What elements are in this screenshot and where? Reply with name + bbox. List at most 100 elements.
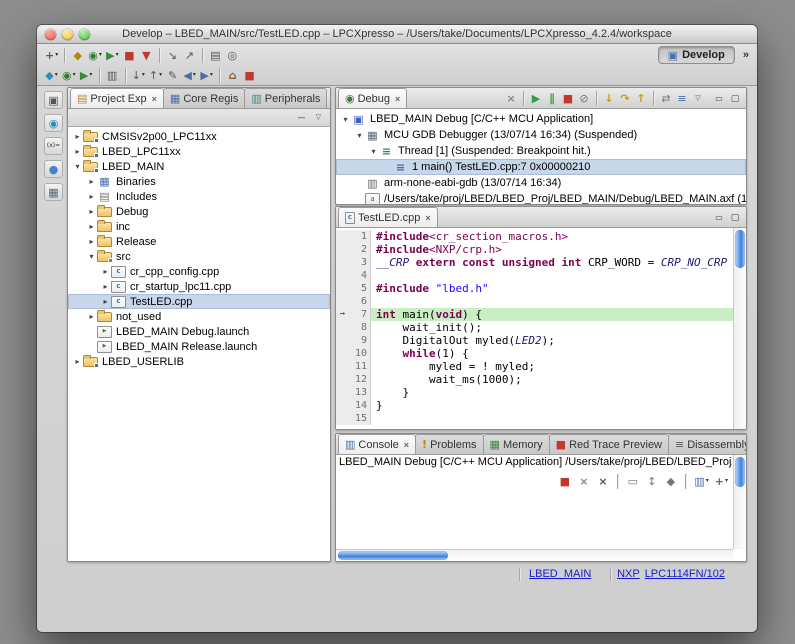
tree-item[interactable]: ▸LBED_LPC11xx [68,144,330,159]
debug-tree[interactable]: ▾▣LBED_MAIN Debug [C/C++ MCU Application… [336,109,746,204]
collapse-all-button[interactable]: − [294,110,309,125]
tree-item[interactable]: ▾≡Thread [1] (Suspended: Breakpoint hit.… [336,143,746,159]
back-history-button[interactable]: ◀▾ [181,66,198,84]
minimize-window-button[interactable] [62,29,73,40]
run-button[interactable]: ▶▾ [104,46,121,64]
export-project-button[interactable]: ↗ [181,46,198,64]
terminate-console-button[interactable]: ■ [556,472,573,490]
tree-expanded-arrow[interactable]: ▾ [86,252,97,261]
forward-history-dropdown-arrow[interactable]: ▾ [210,72,213,78]
tab-core-regis[interactable]: ▦Core Regis [163,88,245,108]
tree-item[interactable]: ▸LBED_USERLIB [68,354,330,369]
tree-item[interactable]: ▸cTestLED.cpp [68,294,330,309]
drop-to-frame-button[interactable]: ⇄ [658,90,674,106]
tree-expanded-arrow[interactable]: ▾ [368,147,379,156]
explorer-tree[interactable]: ▸CMSISv2p00_LPC11xx▸LBED_LPC11xx▾LBED_MA… [68,127,330,561]
console-horizontal-scrollbar[interactable] [336,549,733,561]
tree-item[interactable]: ▸Debug [68,204,330,219]
tab-close-icon[interactable]: × [404,440,409,450]
terminate-debug-button[interactable]: ■ [560,90,576,106]
remove-all-terminated-button[interactable]: × [503,90,519,106]
display-selected-dropdown-arrow[interactable]: ▾ [706,478,709,484]
code-line[interactable]: 2#include<NXP/crp.h> [336,243,733,256]
tab-problems[interactable]: !Problems [415,434,484,454]
step-return-button[interactable]: ↑ [633,90,649,106]
terminate-button[interactable]: ■ [121,46,138,64]
registers-view-button[interactable]: ▦ [44,183,63,201]
tab-project-exp[interactable]: ▤Project Exp× [70,88,164,108]
code-line[interactable]: 6 [336,295,733,308]
develop-perspective-button[interactable]: ▣ Develop [658,46,735,64]
tab-red-trace-preview[interactable]: ■Red Trace Preview [549,434,669,454]
tree-collapsed-arrow[interactable]: ▸ [86,207,97,216]
console-vscroll-thumb[interactable] [735,457,745,487]
tree-expanded-arrow[interactable]: ▾ [354,131,365,140]
breakpoints-view-button[interactable]: ● [44,160,63,178]
remove-all-launches-button[interactable]: × [594,472,611,490]
code-line[interactable]: 9 DigitalOut myled(LED2); [336,334,733,347]
debug-dropdown-arrow[interactable]: ▾ [99,52,102,58]
quickstart-tools-dropdown-arrow[interactable]: ▾ [55,72,58,78]
code-line[interactable]: →7int main(void) { [336,308,733,321]
tab-close-icon[interactable]: × [395,94,400,104]
tab-close-icon[interactable]: × [425,213,430,223]
program-flash-button[interactable]: ▼ [138,46,155,64]
tab-close-icon[interactable]: × [152,94,157,104]
tree-collapsed-arrow[interactable]: ▸ [100,282,111,291]
console-output[interactable] [336,490,733,549]
view-menu-button[interactable]: ▽ [690,90,706,106]
tree-item[interactable]: ▸▤Includes [68,189,330,204]
tree-item[interactable]: ▶LBED_MAIN Release.launch [68,339,330,354]
pin-console-button[interactable]: ◆ [662,472,679,490]
tree-item[interactable]: ▾LBED_MAIN [68,159,330,174]
code-line[interactable]: 13 } [336,386,733,399]
tree-item[interactable]: ▾▦MCU GDB Debugger (13/07/14 16:34) (Sus… [336,127,746,143]
home-button[interactable]: ⌂ [224,66,241,84]
minimize-button[interactable]: ▭ [326,92,331,106]
info-view-button[interactable]: ◉ [44,114,63,132]
tree-item[interactable]: ▸ccr_startup_lpc11.cpp [68,279,330,294]
suspend-button[interactable]: ∥ [544,90,560,106]
display-selected-button[interactable]: ▥▾ [692,472,710,490]
tab-memory[interactable]: ▦Memory [483,434,550,454]
back-history-dropdown-arrow[interactable]: ▾ [193,72,196,78]
scroll-lock-button[interactable]: ↕ [643,472,660,490]
tree-item[interactable]: ▸Release [68,234,330,249]
previous-annotation-button[interactable]: ↑▾ [147,66,164,84]
instruction-stepping-button[interactable]: ≡ [674,90,690,106]
tree-expanded-arrow[interactable]: ▾ [340,115,351,124]
debug-button[interactable]: ◉▾ [86,46,104,64]
tab-disassembly[interactable]: ≡Disassembly [668,434,747,454]
code-line[interactable]: 1#include<cr_section_macros.h> [336,230,733,243]
tree-collapsed-arrow[interactable]: ▸ [72,147,83,156]
run-as-button[interactable]: ▶▾ [78,66,95,84]
tree-collapsed-arrow[interactable]: ▸ [100,267,111,276]
import-project-button[interactable]: ↘ [164,46,181,64]
view-menu-button[interactable]: ▽ [311,110,326,125]
code-line[interactable]: 4 [336,269,733,282]
forward-history-button[interactable]: ▶▾ [198,66,215,84]
tab-console[interactable]: ▥Console× [338,434,416,454]
editor-vertical-scrollbar[interactable] [733,228,746,429]
code-line[interactable]: 15 [336,412,733,425]
debug-as-button[interactable]: ◉▾ [60,66,78,84]
tree-item[interactable]: ▾▣LBED_MAIN Debug [C/C++ MCU Application… [336,111,746,127]
variables-view-button[interactable]: (x)= [44,137,63,155]
last-edit-location-button[interactable]: ✎ [164,66,181,84]
maximize-button[interactable]: ▢ [728,92,742,106]
code-line[interactable]: 8 wait_init(); [336,321,733,334]
console-vertical-scrollbar[interactable] [733,455,746,549]
tree-item[interactable]: ▸ccr_cpp_config.cpp [68,264,330,279]
tree-collapsed-arrow[interactable]: ▸ [86,192,97,201]
titlebar[interactable]: Develop – LBED_MAIN/src/TestLED.cpp – LP… [37,25,757,44]
code-line[interactable]: 5#include "lbed.h" [336,282,733,295]
tab-debug[interactable]: ◉Debug× [338,88,407,108]
code-line[interactable]: 11 myled = ! myled; [336,360,733,373]
open-console-dropdown-arrow[interactable]: ▾ [725,478,728,484]
new-wizard-button[interactable]: +▾ [43,46,60,64]
console-hscroll-thumb[interactable] [338,551,448,560]
red-trace-button[interactable]: ■ [241,66,258,84]
project-status-link[interactable]: LBED_MAIN [529,568,591,580]
zoom-window-button[interactable] [79,29,90,40]
next-annotation-button[interactable]: ↓▾ [130,66,147,84]
